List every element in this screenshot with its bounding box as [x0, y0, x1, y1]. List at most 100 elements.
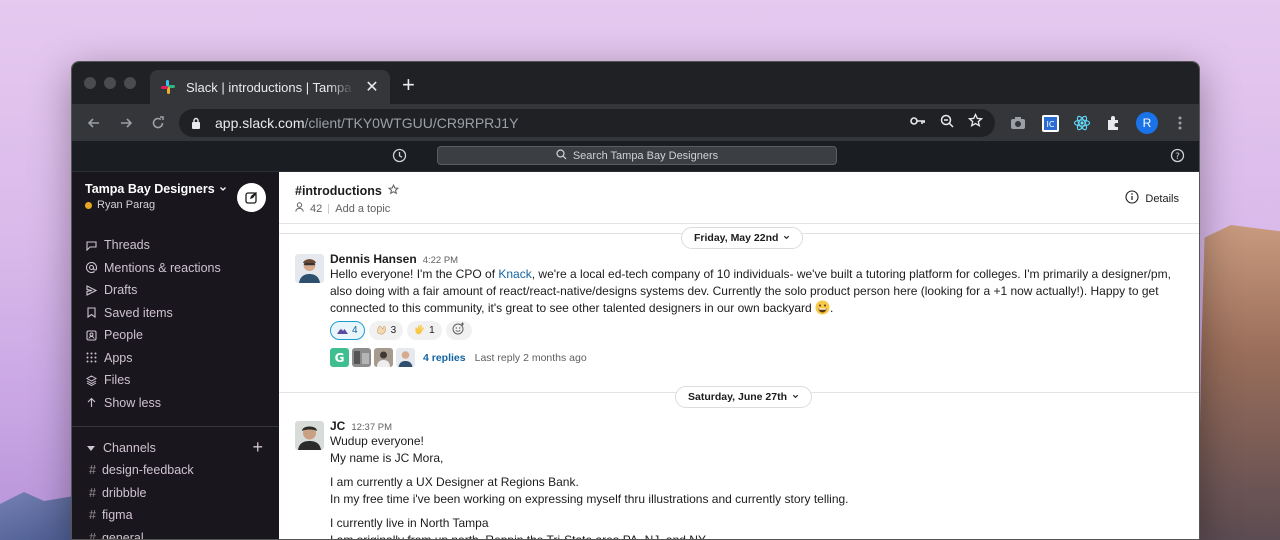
details-button[interactable]: Details [1125, 190, 1179, 207]
compose-button[interactable] [237, 183, 266, 212]
sidebar-channel[interactable]: # general [72, 527, 279, 540]
forward-arrow-icon[interactable] [114, 111, 138, 135]
browser-toolbar: app.slack.com/client/TKY0WTGUU/CR9RPRJ1Y… [72, 104, 1199, 141]
reaction-count: 4 [352, 325, 358, 336]
date-label: Saturday, June 27th [688, 391, 788, 403]
sidebar-item-files[interactable]: Files [72, 369, 279, 392]
sidebar-item-drafts[interactable]: Drafts [72, 279, 279, 302]
channel-view: #introductions 42 Add a topic Details Fr… [279, 172, 1199, 539]
add-channel-button[interactable]: + [252, 437, 263, 457]
sidebar-divider [72, 426, 279, 427]
browser-tab[interactable]: Slack | introductions | Tampa Bay Design… [150, 70, 390, 104]
svg-text:?: ? [1175, 152, 1180, 162]
mountain-emoji-icon [337, 324, 348, 338]
sidebar-item-mentions[interactable]: Mentions & reactions [72, 257, 279, 280]
waving-hand-emoji-icon [414, 324, 425, 338]
reload-icon[interactable] [146, 111, 170, 135]
channels-section-header[interactable]: Channels + [72, 437, 279, 459]
message-line: In my free time i've been working on exp… [330, 492, 849, 506]
reactions-bar: 4 3 1 [330, 321, 1183, 340]
tab-title: Slack | introductions | Tampa Bay Design… [186, 79, 354, 95]
thread-participant-avatar [396, 348, 415, 367]
bookmark-star-icon[interactable] [967, 112, 984, 133]
people-icon [85, 329, 97, 341]
ic-extension-icon[interactable]: IC [1040, 113, 1060, 133]
message-text-part: Hello everyone! I'm the CPO of [330, 267, 499, 281]
new-tab-button[interactable]: + [402, 74, 415, 96]
avatar[interactable] [295, 421, 324, 450]
extensions-puzzle-icon[interactable] [1104, 113, 1124, 133]
minimize-window-button[interactable] [104, 77, 116, 89]
reaction-pill[interactable]: 1 [407, 321, 442, 340]
reaction-pill[interactable]: 4 [330, 321, 365, 340]
close-window-button[interactable] [84, 77, 96, 89]
message-text-part: . [830, 301, 834, 315]
url-text: app.slack.com/client/TKY0WTGUU/CR9RPRJ1Y [215, 115, 910, 131]
message-text: Wudup everyone! My name is JC Mora, I am… [330, 433, 1183, 539]
message-line: My name is JC Mora, [330, 451, 444, 465]
svg-text:G: G [335, 351, 345, 365]
workspace-search-bar[interactable]: Search Tampa Bay Designers [437, 146, 837, 165]
thread-summary[interactable]: G 4 replies Last reply 2 months ago [330, 348, 1183, 367]
sidebar-channel[interactable]: # figma [72, 504, 279, 527]
thread-participant-avatar [374, 348, 393, 367]
sidebar-item-label: Saved items [104, 305, 173, 320]
message-timestamp[interactable]: 4:22 PM [423, 255, 458, 266]
date-divider-pill[interactable]: Saturday, June 27th [675, 386, 813, 408]
add-topic-link[interactable]: Add a topic [335, 203, 390, 215]
camera-extension-icon[interactable] [1008, 113, 1028, 133]
star-icon[interactable] [387, 183, 399, 198]
message-author[interactable]: JC [330, 419, 345, 433]
browser-menu-icon[interactable] [1170, 113, 1190, 133]
hash-icon: # [89, 530, 96, 540]
tab-close-icon[interactable]: ✕ [364, 77, 380, 97]
zoom-icon[interactable] [940, 114, 954, 133]
sidebar-channel[interactable]: # design-feedback [72, 459, 279, 482]
message-line: I currently live in North Tampa [330, 516, 489, 530]
workspace-name: Tampa Bay Designers [85, 182, 215, 196]
sidebar-item-label: Threads [104, 238, 150, 253]
sidebar-item-saved[interactable]: Saved items [72, 302, 279, 325]
caret-down-icon [87, 441, 95, 455]
date-divider-pill[interactable]: Friday, May 22nd [681, 227, 804, 249]
sidebar-item-label: Show less [104, 395, 161, 410]
window-controls [84, 77, 136, 89]
tab-strip: Slack | introductions | Tampa Bay Design… [72, 62, 1199, 104]
help-icon[interactable]: ? [1170, 148, 1185, 168]
member-count[interactable]: 42 [310, 203, 322, 215]
sidebar-item-apps[interactable]: Apps [72, 347, 279, 370]
url-host: app.slack.com [215, 115, 305, 131]
profile-avatar[interactable]: R [1136, 112, 1158, 134]
sidebar-item-label: Files [104, 373, 131, 388]
sidebar-item-people[interactable]: People [72, 324, 279, 347]
history-clock-icon[interactable] [392, 148, 407, 168]
hash-icon: # [89, 508, 96, 523]
message-author[interactable]: Dennis Hansen [330, 252, 417, 266]
knack-link[interactable]: Knack [498, 267, 531, 281]
message-line: I am currently a UX Designer at Regions … [330, 475, 579, 489]
info-icon [1125, 190, 1139, 207]
message-line: Wudup everyone! [330, 434, 424, 448]
grinning-emoji-icon [815, 300, 830, 315]
channel-title[interactable]: #introductions [295, 184, 382, 198]
maximize-window-button[interactable] [124, 77, 136, 89]
react-devtools-icon[interactable] [1072, 113, 1092, 133]
thread-replies-link[interactable]: 4 replies [423, 352, 466, 364]
message-timestamp[interactable]: 12:37 PM [351, 422, 392, 433]
hash-icon: # [89, 463, 96, 478]
back-arrow-icon[interactable] [82, 111, 106, 135]
sidebar-channel[interactable]: # dribbble [72, 482, 279, 505]
reaction-pill[interactable]: 3 [368, 321, 404, 340]
sidebar-item-threads[interactable]: Threads [72, 234, 279, 257]
reaction-count: 1 [429, 325, 435, 336]
avatar[interactable] [295, 254, 324, 283]
channels-title: Channels [103, 441, 156, 455]
address-bar[interactable]: app.slack.com/client/TKY0WTGUU/CR9RPRJ1Y [179, 109, 995, 137]
lock-icon[interactable] [191, 116, 205, 130]
add-reaction-button[interactable] [445, 321, 472, 340]
sidebar-item-show-less[interactable]: Show less [72, 392, 279, 415]
apps-grid-icon [85, 352, 97, 364]
slack-app: Tampa Bay Designers Ryan Parag Threads M… [72, 172, 1199, 540]
key-icon[interactable] [910, 114, 926, 132]
slack-logo-icon [160, 79, 176, 95]
